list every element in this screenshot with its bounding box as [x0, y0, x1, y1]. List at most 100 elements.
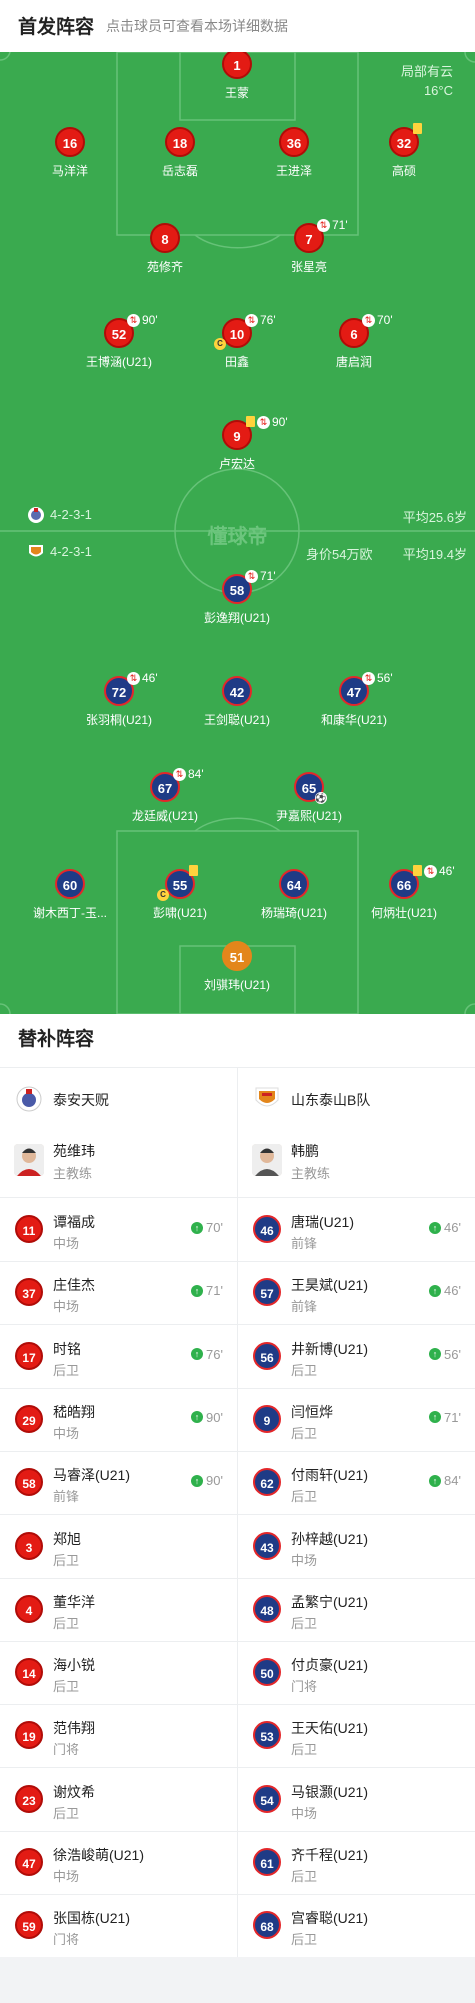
home-coach-row[interactable]: 苑维玮 主教练 — [0, 1127, 237, 1198]
sub-on-icon: ↑ — [429, 1474, 442, 1487]
sub-player-row[interactable]: 57 王昊斌(U21) 前锋 ↑ 46' — [238, 1261, 475, 1326]
player-name: 董华洋 — [53, 1593, 95, 1610]
player-name: 王蒙 — [224, 86, 249, 100]
home-player[interactable]: 8 苑修齐 — [105, 223, 225, 283]
away-team-name: 山东泰山B队 — [291, 1092, 371, 1108]
jersey-number: 23 — [15, 1784, 43, 1813]
away-player[interactable]: 66 ⇅ 46' 何炳壮(U21) — [344, 864, 464, 929]
sub-player-row[interactable]: 62 付雨轩(U21) 后卫 ↑ 84' — [238, 1451, 475, 1516]
away-player[interactable]: 47 ⇅ 56' 和康华(U21) — [294, 671, 414, 736]
away-player[interactable]: 64 杨瑞琦(U21) — [234, 869, 354, 929]
player-name: 谭福成 — [53, 1214, 95, 1230]
away-player[interactable]: 58 ⇅ 71' 彭逸翔(U21) — [177, 569, 297, 634]
sub-player-row[interactable]: 47 徐浩峻萌(U21) 中场 — [0, 1831, 237, 1895]
player-name: 徐浩峻萌(U21) — [53, 1847, 145, 1863]
sub-player-row[interactable]: 23 谢炆希 后卫 — [0, 1768, 237, 1832]
home-player[interactable]: 6 ⇅ 70' 唐启润 — [294, 313, 414, 378]
home-player[interactable]: 32 高硕 — [344, 123, 464, 187]
player-name: 王剑聪(U21) — [203, 713, 270, 727]
home-player[interactable]: 7 ⇅ 71' 张星亮 — [249, 218, 369, 283]
sub-player-row[interactable]: 59 张国栋(U21) 门将 — [0, 1894, 237, 1959]
sub-player-row[interactable]: 19 范伟翔 门将 — [0, 1704, 237, 1769]
coach-role: 主教练 — [291, 1166, 331, 1181]
jersey-number: 60 — [55, 869, 85, 899]
sub-off-icon: ⇅ — [362, 671, 375, 685]
home-player[interactable]: 36 王进泽 — [234, 127, 354, 187]
away-player[interactable]: 60 谢木西丁-玉... — [10, 869, 130, 929]
sub-player-row[interactable]: 43 孙梓越(U21) 中场 — [238, 1515, 475, 1579]
page-footer — [0, 1957, 475, 2003]
home-player[interactable]: 52 ⇅ 90' 王博涵(U21) — [59, 313, 179, 378]
jersey-number: 59 — [15, 1911, 43, 1940]
sub-player-row[interactable]: 29 嵇皓翔 中场 ↑ 90' — [0, 1388, 237, 1452]
sub-player-row[interactable]: 11 谭福成 中场 ↑ 70' — [0, 1198, 237, 1262]
jersey-number: 64 — [279, 869, 309, 899]
home-player[interactable]: 18 岳志磊 — [120, 127, 240, 187]
yellow-card-icon — [189, 865, 198, 876]
player-name: 王昊斌(U21) — [291, 1277, 369, 1294]
away-player[interactable]: 72 ⇅ 46' 张羽桐(U21) — [59, 671, 179, 736]
player-name: 尹嘉熙(U21) — [275, 809, 342, 823]
sub-player-row[interactable]: 37 庄佳杰 中场 ↑ 71' — [0, 1261, 237, 1326]
home-player[interactable]: 10 ⇅ 76' C 田鑫 — [177, 313, 297, 378]
away-player[interactable]: 55 C 彭啸(U21) — [120, 865, 240, 929]
jersey-number: 9 — [253, 1404, 281, 1433]
home-team-row[interactable]: 泰安天贶 — [0, 1067, 237, 1128]
away-player[interactable]: 67 ⇅ 84' 龙廷威(U21) — [105, 767, 225, 832]
home-player[interactable]: 9 ⇅ 90' 卢宏达 — [177, 415, 297, 480]
sub-on-indicator: ↑ 71' — [191, 1283, 223, 1298]
player-name: 彭逸翔(U21) — [203, 611, 270, 625]
away-player[interactable]: 42 王剑聪(U21) — [177, 676, 297, 736]
player-name: 嵇皓翔 — [53, 1403, 95, 1420]
sub-player-row[interactable]: 46 唐瑞(U21) 前锋 ↑ 46' — [238, 1198, 475, 1262]
player-position: 中场 — [53, 1236, 80, 1251]
sub-player-row[interactable]: 9 闫恒烨后卫 ↑ 71' — [238, 1388, 475, 1452]
away-value: 身价54万欧 — [306, 547, 373, 562]
away-player[interactable]: 65 ⚽ 尹嘉熙(U21) — [249, 772, 369, 832]
weather-text: 局部有云 — [400, 64, 453, 79]
yellow-card-icon — [413, 865, 422, 876]
away-team-row[interactable]: 山东泰山B队 — [238, 1067, 475, 1128]
home-team-logo — [16, 1086, 42, 1112]
player-position: 后卫 — [291, 1425, 318, 1441]
home-player[interactable]: 16 马洋洋 — [10, 127, 130, 187]
sub-player-row[interactable]: 58 马睿泽(U21) 前锋 ↑ 90' — [0, 1451, 237, 1516]
substitutes-title: 替补阵容 — [18, 1029, 95, 1050]
sub-player-row[interactable]: 54 马银灏(U21) 中场 — [238, 1768, 475, 1832]
jersey-number: 29 — [15, 1404, 43, 1433]
away-coach-row[interactable]: 韩鹏 主教练 — [238, 1127, 475, 1198]
player-position: 后卫 — [291, 1362, 318, 1378]
jersey-number: 14 — [15, 1658, 43, 1687]
sub-player-row[interactable]: 50 付贞豪(U21) 门将 — [238, 1641, 475, 1706]
sub-player-row[interactable]: 14 海小锐 后卫 — [0, 1641, 237, 1706]
sub-on-time: 56' — [444, 1346, 461, 1362]
sub-player-row[interactable]: 56 井新博(U21) 后卫 ↑ 56' — [238, 1325, 475, 1389]
sub-player-row[interactable]: 61 齐千程(U21) 后卫 — [238, 1831, 475, 1895]
player-name: 何炳壮(U21) — [370, 906, 437, 920]
player-name: 谢木西丁-玉... — [33, 906, 107, 920]
home-formation: 4-2-3-1 — [50, 507, 92, 522]
sub-on-indicator: ↑ 56' — [429, 1347, 461, 1362]
player-position: 前锋 — [291, 1299, 318, 1315]
home-player[interactable]: 1 王蒙 — [177, 52, 297, 109]
sub-off-icon: ⇅ — [245, 569, 258, 583]
jersey-number: 46 — [253, 1215, 281, 1243]
sub-player-row[interactable]: 48 孟繁宁(U21) 后卫 — [238, 1578, 475, 1642]
sub-off-icon: ⇅ — [245, 313, 258, 327]
player-name: 闫恒烨 — [291, 1403, 333, 1420]
sub-player-row[interactable]: 68 宫睿聪(U21) 后卫 — [238, 1894, 475, 1959]
sub-on-indicator: ↑ 71' — [429, 1410, 461, 1425]
sub-player-row[interactable]: 3 郑旭 后卫 — [0, 1515, 237, 1579]
away-player[interactable]: 51 刘骐玮(U21) — [177, 941, 297, 1001]
player-name: 彭啸(U21) — [152, 906, 207, 920]
sub-player-row[interactable]: 53 王天佑(U21) 后卫 — [238, 1704, 475, 1769]
sub-player-row[interactable]: 4 董华洋 后卫 — [0, 1578, 237, 1642]
sub-on-time: 46' — [444, 1283, 461, 1299]
sub-player-row[interactable]: 17 时铭 后卫 ↑ 76' — [0, 1325, 237, 1389]
player-position: 后卫 — [291, 1489, 318, 1505]
player-name: 和康华(U21) — [320, 713, 387, 727]
sub-on-indicator: ↑ 84' — [429, 1473, 461, 1488]
away-team-icon — [29, 545, 43, 557]
sub-on-indicator: ↑ 46' — [429, 1220, 461, 1235]
jersey-number: 68 — [253, 1911, 281, 1940]
